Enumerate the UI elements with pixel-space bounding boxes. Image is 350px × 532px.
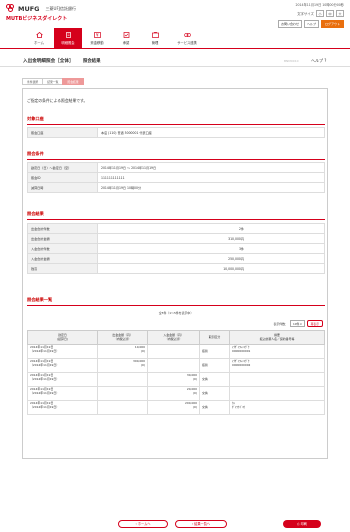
refresh-button[interactable]: 再表示	[306, 320, 323, 327]
header: MUFG 三菱UFJ信託銀行 MUTBビジネスダイレクト 2014年11月19日…	[0, 0, 350, 28]
table-row: 2014年11月19日 （2014年11月19日） 30,000 (0) 交換	[27, 372, 325, 387]
step-list: 結果一覧	[42, 78, 64, 85]
page-title: 入出金明細照会［全体］	[23, 59, 74, 64]
table-row: 2014年11月19日 （2014年11月19日） 300,000 (0) 振替 ｲｸｻﾞ…	[27, 358, 325, 373]
font-size-label: 文字サイズ	[297, 12, 314, 16]
service-brand: MUTBビジネスダイレクト	[6, 16, 68, 22]
help-header-button[interactable]: ヘルプ	[303, 20, 319, 28]
nav-transfer[interactable]: ¥ 資金移動	[83, 28, 111, 48]
back-to-list-button[interactable]: ‹ 結果一覧へ	[175, 520, 227, 528]
nav-service[interactable]: サービス連携	[170, 28, 204, 48]
section-list: 照会結果一覧	[27, 297, 325, 306]
col-out: 出金金額（円） （内税込済）	[97, 330, 148, 345]
svg-text:¥: ¥	[96, 32, 99, 37]
nav-home[interactable]: ホーム	[25, 28, 53, 48]
section-account: 対象口座	[27, 116, 325, 125]
step-result: 照会結果	[62, 78, 84, 85]
mufg-logo-icon	[6, 4, 15, 13]
section-conditions: 照会条件	[27, 151, 325, 160]
footer-actions: ‹ ホームへ ‹ 結果一覧へ ⎙ 印刷	[23, 518, 329, 532]
font-size-large[interactable]: 大	[335, 10, 344, 17]
approval-icon	[123, 31, 130, 38]
font-size-small[interactable]: 小	[315, 10, 324, 17]
font-size-medium[interactable]: 中	[325, 10, 334, 17]
transactions-table: 勘定日 (起算日) 出金金額（円） （内税込済） 入金金額（円） （内税込済） 取引区…	[27, 330, 325, 415]
breadcrumb: 条件選択 結果一覧 照会結果	[22, 78, 84, 85]
result-table: 出金合計件数 2件 出金合計金額 310,000円 入金合計件数 3件 入金合計金額 2…	[27, 223, 325, 274]
document-icon	[65, 31, 72, 38]
transfer-icon: ¥	[93, 31, 101, 38]
table-row: 2014年11月19日 （2014年11月19日） 10,000 (0) 振替 ｲｸｻﾞｲ…	[27, 344, 325, 359]
page-title-bar: 入出金明細照会［全体］ 照会結果 BNM0010 ヘルプ ?	[0, 56, 350, 67]
print-button[interactable]: ⎙ 印刷	[283, 520, 321, 528]
home-button[interactable]: ‹ ホームへ	[118, 520, 168, 528]
col-kind: 取引区分	[199, 330, 230, 345]
table-row: 2014年11月19日 （2014年11月19日） 20,000 (0) 交換	[27, 386, 325, 401]
chevron-left-icon: ‹	[135, 522, 137, 526]
chevron-down-icon: ▾	[300, 321, 302, 326]
list-controls: 表示件数： 10件 ▾ 再表示	[273, 320, 323, 327]
step-condition: 条件選択	[22, 78, 44, 85]
chevron-left-icon: ‹	[191, 522, 194, 526]
link-icon	[183, 32, 191, 38]
bank-name: MUFG	[18, 4, 40, 13]
intro-text: ご指定の条件による照会結果です。	[27, 98, 88, 103]
col-in: 入金金額（円） （内税込済）	[147, 330, 200, 345]
logout-button[interactable]: ログアウト	[320, 20, 344, 28]
admin-icon	[151, 31, 159, 38]
display-count-select[interactable]: 10件 ▾	[289, 320, 305, 327]
logo: MUFG 三菱UFJ信託銀行	[6, 4, 76, 13]
login-datetime: 2014年11月19日 10時00分00秒	[295, 3, 344, 7]
page: MUFG 三菱UFJ信託銀行 MUTBビジネスダイレクト 2014年11月19日…	[0, 0, 350, 528]
printer-icon: ⎙	[297, 522, 300, 526]
col-date: 勘定日 (起算日)	[27, 330, 98, 345]
account-value: 本店 (110) 普通 5000001 代表口座	[97, 127, 325, 138]
bank-sub: 三菱UFJ信託銀行	[45, 5, 76, 11]
help-icon: ?	[324, 58, 327, 64]
section-result: 照会結果	[27, 211, 325, 220]
nav-approval[interactable]: 承認	[112, 28, 140, 48]
table-row: 2014年11月19日 （2014年11月19日） 200,000 (0) 交換 ｶﾄ ﾀﾞ…	[27, 400, 325, 415]
conditions-table: 勘定日（日）～勘定日（至） 2014年11月19日 ～ 2014年11月19日 照…	[27, 162, 325, 193]
display-count-label: 表示件数：	[273, 321, 288, 326]
help-link[interactable]: ヘルプ ?	[311, 58, 326, 64]
home-icon	[35, 31, 43, 38]
contact-button[interactable]: お問い合わせ	[277, 20, 302, 28]
page-subtitle: 照会結果	[83, 59, 101, 65]
nav-admin[interactable]: 管理	[141, 28, 169, 48]
col-memo: 摘要 振込依頼人名／契約番号等	[229, 330, 325, 345]
content-panel: ご指定の条件による照会結果です。 対象口座 照会口座 本店 (110) 普通 50…	[22, 88, 328, 528]
global-nav: ホーム 明細照会 ¥ 資金移動 承認 管理 サービス連携	[0, 28, 350, 49]
list-count: 全5件（1～5件を表示中）	[158, 311, 194, 315]
screen-code: BNM0010	[284, 59, 299, 63]
account-table: 照会口座 本店 (110) 普通 5000001 代表口座	[27, 127, 325, 138]
account-label: 照会口座	[27, 127, 98, 138]
nav-statement[interactable]: 明細照会	[54, 28, 82, 48]
